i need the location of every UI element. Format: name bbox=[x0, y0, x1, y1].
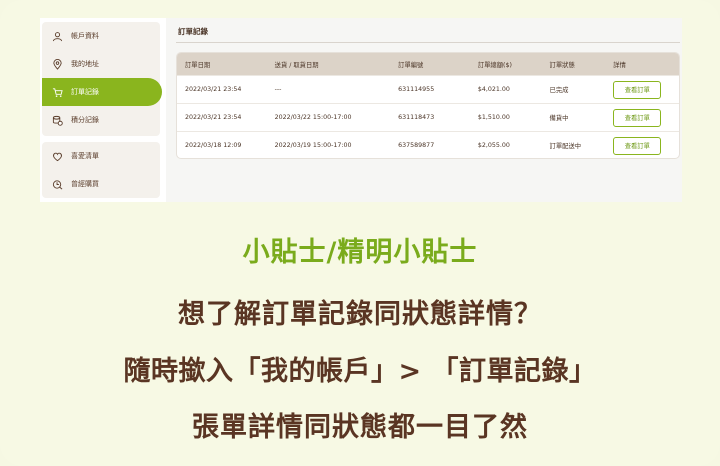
sidebar-item-label: 訂單記錄 bbox=[71, 88, 99, 96]
sidebar: 帳戶資料 我的地址 訂單記錄 積分記錄 喜愛清單 曾經購買 bbox=[40, 18, 162, 202]
view-order-button[interactable]: 查看訂單 bbox=[613, 136, 662, 155]
column-header: 詳情 bbox=[613, 61, 626, 69]
order-number: 631114955 bbox=[398, 86, 435, 93]
user-icon bbox=[52, 31, 63, 42]
tip-summary: 張單詳情同狀態都一目了然 bbox=[192, 412, 528, 443]
table-header: 訂單日期 送貨 / 取貨日期 訂單編號 訂單總額($) 訂單狀態 詳情 bbox=[177, 53, 679, 75]
sidebar-item-label: 積分記錄 bbox=[71, 116, 99, 124]
coins-icon bbox=[52, 115, 63, 126]
sidebar-item-purchased[interactable]: 曾經購買 bbox=[42, 170, 160, 198]
order-total: $1,510.00 bbox=[477, 114, 510, 121]
tip-question: 想了解訂單記錄同狀態詳情？ bbox=[178, 299, 542, 330]
table-row: 2022/03/18 12:09 2022/03/19 15:00-17:00 … bbox=[177, 131, 679, 158]
column-header: 訂單狀態 bbox=[549, 61, 575, 69]
sidebar-item-points[interactable]: 積分記錄 bbox=[42, 106, 160, 134]
account-screenshot: 帳戶資料 我的地址 訂單記錄 積分記錄 喜愛清單 曾經購買 訂單記錄 訂單日期 … bbox=[40, 18, 682, 202]
sidebar-item-orders[interactable]: 訂單記錄 bbox=[42, 78, 162, 106]
column-header: 訂單日期 bbox=[185, 61, 211, 69]
sidebar-item-address[interactable]: 我的地址 bbox=[42, 50, 160, 78]
order-date: 2022/03/21 23:54 bbox=[185, 114, 242, 121]
sidebar-group-favorites: 喜愛清單 曾經購買 bbox=[42, 142, 160, 198]
sidebar-item-label: 曾經購買 bbox=[71, 180, 99, 188]
column-header: 訂單總額($) bbox=[477, 61, 512, 69]
sidebar-item-label: 帳戶資料 bbox=[71, 32, 99, 40]
tip-instruction: 隨時撳入「我的帳戶」> 「訂單記錄」 bbox=[123, 356, 597, 387]
view-order-button[interactable]: 查看訂單 bbox=[613, 108, 662, 127]
order-number: 631118473 bbox=[398, 114, 435, 121]
page-title: 訂單記錄 bbox=[178, 27, 208, 36]
order-total: $2,055.00 bbox=[477, 142, 510, 149]
column-header: 訂單編號 bbox=[398, 61, 424, 69]
order-date: 2022/03/18 12:09 bbox=[185, 142, 242, 149]
orders-panel: 訂單記錄 訂單日期 送貨 / 取貨日期 訂單編號 訂單總額($) 訂單狀態 詳情… bbox=[166, 18, 682, 202]
sidebar-group-account: 帳戶資料 我的地址 訂單記錄 積分記錄 bbox=[42, 22, 162, 136]
orders-table: 訂單日期 送貨 / 取貨日期 訂單編號 訂單總額($) 訂單狀態 詳情 2022… bbox=[176, 52, 680, 159]
order-number: 637589877 bbox=[398, 142, 435, 149]
sidebar-item-label: 我的地址 bbox=[71, 60, 99, 68]
tip-card: 帳戶資料 我的地址 訂單記錄 積分記錄 喜愛清單 曾經購買 訂單記錄 訂單日期 … bbox=[0, 0, 720, 466]
delivery-date: 2022/03/19 15:00-17:00 bbox=[274, 142, 352, 149]
column-header: 送貨 / 取貨日期 bbox=[274, 61, 319, 69]
order-status: 已完成 bbox=[549, 87, 569, 94]
delivery-date: 2022/03/22 15:00-17:00 bbox=[274, 114, 352, 121]
delivery-date: --- bbox=[274, 86, 282, 93]
sidebar-item-profile[interactable]: 帳戶資料 bbox=[42, 22, 160, 50]
order-status: 備貨中 bbox=[549, 115, 569, 122]
tip-heading: 小貼士/精明小貼士 bbox=[242, 237, 478, 268]
title-divider bbox=[176, 42, 680, 43]
table-row: 2022/03/21 23:54 2022/03/22 15:00-17:00 … bbox=[177, 103, 679, 131]
order-date: 2022/03/21 23:54 bbox=[185, 86, 242, 93]
order-status: 訂單配送中 bbox=[549, 143, 582, 150]
sidebar-item-wishlist[interactable]: 喜愛清單 bbox=[42, 142, 160, 170]
bag-icon bbox=[52, 179, 63, 190]
table-row: 2022/03/21 23:54 --- 631114955 $4,021.00… bbox=[177, 75, 679, 103]
sidebar-item-label: 喜愛清單 bbox=[71, 152, 99, 160]
heart-icon bbox=[52, 151, 63, 162]
view-order-button[interactable]: 查看訂單 bbox=[613, 80, 662, 99]
order-total: $4,021.00 bbox=[477, 86, 510, 93]
location-pin-icon bbox=[52, 58, 63, 70]
cart-icon bbox=[52, 87, 63, 98]
